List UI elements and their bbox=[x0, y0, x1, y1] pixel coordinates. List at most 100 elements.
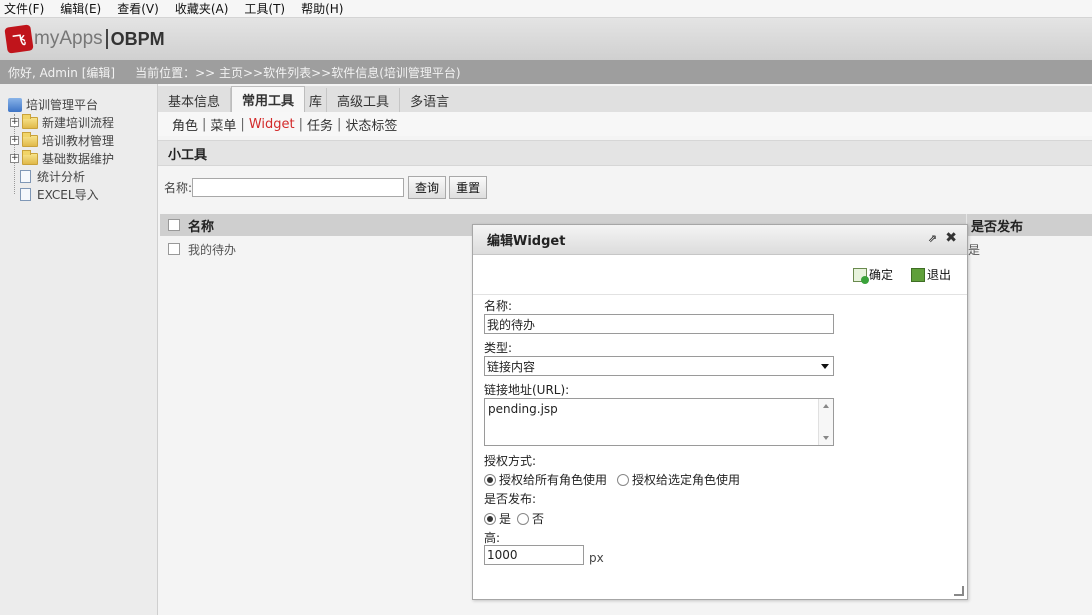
select-all-checkbox[interactable] bbox=[168, 219, 180, 231]
logo-app-name: myApps bbox=[34, 28, 103, 49]
type-selected-value: 链接内容 bbox=[487, 359, 536, 374]
url-label: 链接地址(URL): bbox=[484, 383, 570, 397]
auth-selected-roles-option[interactable]: 授权给选定角色使用 bbox=[617, 471, 740, 488]
close-icon[interactable]: ✖ bbox=[945, 230, 957, 246]
tab-bar: 基本信息 常用工具 库 高级工具 多语言 bbox=[158, 86, 1092, 112]
radio-selected[interactable] bbox=[484, 473, 496, 486]
radio-selected[interactable] bbox=[484, 512, 496, 525]
section-title: 小工具 bbox=[158, 140, 1092, 166]
row-checkbox[interactable] bbox=[168, 243, 180, 255]
subnav-task[interactable]: 任务 bbox=[307, 115, 333, 134]
name-input[interactable]: 我的待办 bbox=[484, 314, 834, 334]
exit-button[interactable]: 退出 bbox=[910, 266, 951, 283]
menu-edit[interactable]: 编辑(E) bbox=[60, 0, 101, 17]
save-icon bbox=[852, 267, 869, 284]
sub-navigation: 角色 | 菜单 | Widget | 任务 | 状态标签 bbox=[158, 112, 1092, 136]
search-label: 名称: bbox=[164, 181, 193, 195]
folder-icon bbox=[22, 149, 38, 165]
auth-label: 授权方式: bbox=[484, 454, 537, 468]
textarea-scrollbar[interactable] bbox=[818, 399, 833, 445]
tab-basic-info[interactable]: 基本信息 bbox=[158, 88, 232, 112]
expand-icon[interactable]: + bbox=[10, 118, 19, 127]
expand-icon[interactable]: + bbox=[10, 154, 19, 163]
logo-divider bbox=[105, 29, 108, 49]
auth-all-roles-option[interactable]: 授权给所有角色使用 bbox=[484, 471, 607, 488]
subnav-state-label[interactable]: 状态标签 bbox=[345, 115, 397, 134]
popout-icon[interactable]: ⇗ bbox=[928, 232, 937, 245]
url-textarea[interactable]: pending.jsp bbox=[484, 398, 834, 446]
status-bar: 你好, Admin [编辑] 当前位置：>> 主页>>软件列表>>软件信息(培训… bbox=[0, 60, 1092, 84]
user-greeting[interactable]: 你好, Admin [编辑] bbox=[8, 64, 115, 81]
publish-radio-group: 是 否 bbox=[484, 510, 554, 527]
expand-icon[interactable]: + bbox=[10, 136, 19, 145]
sidebar: 培训管理平台 + 新建培训流程 + 培训教材管理 + 基础数据维护 统计分析 E… bbox=[0, 84, 158, 615]
height-unit: px bbox=[589, 551, 604, 565]
tree-item-statistics[interactable]: 统计分析 bbox=[10, 168, 85, 185]
tree-item-label: EXCEL导入 bbox=[37, 188, 99, 202]
search-input[interactable] bbox=[192, 178, 405, 197]
publish-yes-option[interactable]: 是 bbox=[484, 510, 511, 527]
dialog-toolbar: 确定 退出 bbox=[473, 255, 967, 295]
tree-item-label: 基础数据维护 bbox=[42, 152, 115, 166]
exit-label: 退出 bbox=[926, 268, 951, 282]
tree-root[interactable]: 培训管理平台 bbox=[8, 96, 98, 113]
menu-tools[interactable]: 工具(T) bbox=[244, 0, 285, 17]
column-name[interactable]: 名称 bbox=[188, 216, 214, 235]
tree-root-label: 培训管理平台 bbox=[26, 98, 99, 112]
dialog-title: 编辑Widget bbox=[487, 234, 566, 249]
exit-icon bbox=[910, 267, 925, 282]
edit-widget-dialog: 编辑Widget ⇗ ✖ 确定 退出 名称: 我的待办 类型: 链接内容 链接地… bbox=[472, 224, 968, 600]
publish-no-option[interactable]: 否 bbox=[517, 510, 544, 527]
folder-icon bbox=[22, 131, 38, 147]
row-published: 是 bbox=[968, 242, 981, 257]
query-button[interactable]: 查询 bbox=[408, 176, 447, 199]
subnav-role[interactable]: 角色 bbox=[172, 115, 198, 134]
auth-all-roles-label: 授权给所有角色使用 bbox=[499, 473, 608, 487]
scroll-down-icon[interactable] bbox=[823, 436, 829, 440]
search-bar: 名称: 查询 重置 bbox=[164, 176, 490, 199]
auth-radio-group: 授权给所有角色使用 授权给选定角色使用 bbox=[484, 471, 750, 488]
scroll-up-icon[interactable] bbox=[823, 404, 829, 408]
name-label: 名称: bbox=[484, 299, 513, 313]
menu-view[interactable]: 查看(V) bbox=[117, 0, 159, 17]
height-input[interactable]: 1000 bbox=[484, 545, 584, 565]
type-select[interactable]: 链接内容 bbox=[484, 356, 834, 376]
logo-app-suffix: OBPM bbox=[110, 28, 165, 49]
document-icon bbox=[20, 188, 31, 201]
url-value: pending.jsp bbox=[488, 402, 558, 416]
type-label: 类型: bbox=[484, 341, 513, 355]
menu-favorites[interactable]: 收藏夹(A) bbox=[175, 0, 229, 17]
column-published[interactable]: 是否发布 bbox=[966, 214, 1023, 236]
logo-icon: 飞 bbox=[4, 24, 34, 54]
tree-item-label: 统计分析 bbox=[37, 170, 86, 184]
subnav-widget[interactable]: Widget bbox=[249, 117, 295, 132]
height-label: 高: bbox=[484, 531, 501, 545]
radio-unselected[interactable] bbox=[517, 512, 530, 525]
tree-item-label: 新建培训流程 bbox=[42, 116, 115, 130]
tree-item-material[interactable]: + 培训教材管理 bbox=[10, 131, 114, 149]
tab-advanced-tools[interactable]: 高级工具 bbox=[327, 88, 401, 112]
dropdown-arrow-icon[interactable] bbox=[821, 364, 829, 369]
computer-icon bbox=[8, 97, 22, 112]
menu-bar: 文件(F) 编辑(E) 查看(V) 收藏夹(A) 工具(T) 帮助(H) bbox=[0, 0, 1092, 18]
tree-item-basic-data[interactable]: + 基础数据维护 bbox=[10, 149, 115, 167]
reset-button[interactable]: 重置 bbox=[449, 176, 488, 199]
publish-label: 是否发布: bbox=[484, 492, 537, 506]
subnav-menu[interactable]: 菜单 bbox=[210, 115, 236, 134]
menu-help[interactable]: 帮助(H) bbox=[301, 0, 343, 17]
radio-unselected[interactable] bbox=[617, 473, 630, 486]
tab-languages[interactable]: 多语言 bbox=[400, 88, 459, 112]
resize-handle-icon[interactable] bbox=[954, 586, 964, 596]
confirm-label: 确定 bbox=[868, 268, 893, 282]
tab-library[interactable]: 库 bbox=[305, 88, 328, 112]
tab-common-tools[interactable]: 常用工具 bbox=[231, 86, 306, 112]
confirm-button[interactable]: 确定 bbox=[852, 266, 893, 284]
breadcrumb[interactable]: 当前位置：>> 主页>>软件列表>>软件信息(培训管理平台) bbox=[135, 64, 461, 81]
dialog-title-bar[interactable]: 编辑Widget ⇗ ✖ bbox=[473, 225, 967, 255]
folder-icon bbox=[22, 113, 38, 129]
tree-item-excel-import[interactable]: EXCEL导入 bbox=[10, 186, 99, 203]
menu-file[interactable]: 文件(F) bbox=[4, 0, 44, 17]
app-header: 飞 myApps OBPM bbox=[0, 18, 1092, 60]
row-name[interactable]: 我的待办 bbox=[188, 241, 236, 258]
tree-item-training-flow[interactable]: + 新建培训流程 bbox=[10, 113, 115, 131]
